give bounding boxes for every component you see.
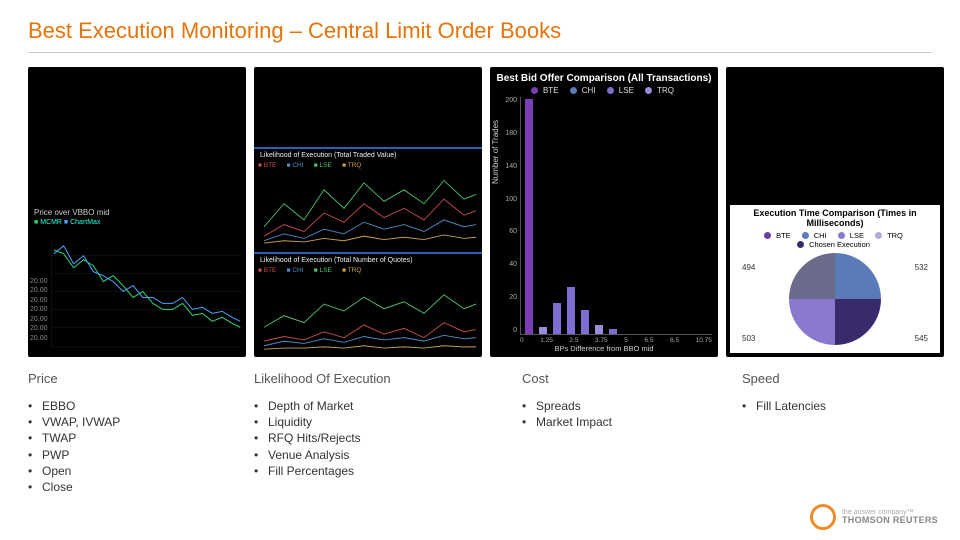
col-likelihood: Likelihood Of Execution Depth of Market … [254, 371, 522, 495]
likelihood-legend-2: ■ BTE ■ CHI ■ LSE ■ TRQ [258, 265, 478, 274]
cost-legend: BTE CHI LSE TRQ [490, 86, 718, 97]
col-speed-header: Speed [742, 371, 932, 386]
page-title: Best Execution Monitoring – Central Limi… [28, 18, 932, 44]
pie-label-bl: 503 [742, 334, 755, 343]
speed-legend: BTE CHI LSE TRQ Chosen Execution [734, 231, 936, 249]
list-item: VWAP, IVWAP [28, 414, 254, 430]
cost-xticks: 01.252.53.7556.58.510.75 [490, 335, 718, 344]
pie-label-tr: 532 [915, 263, 928, 272]
list-item: Depth of Market [254, 398, 522, 414]
pie-label-br: 545 [915, 334, 928, 343]
brand-ring-icon [810, 504, 836, 530]
brand-name: THOMSON REUTERS [842, 516, 938, 525]
columns: Price EBBO VWAP, IVWAP TWAP PWP Open Clo… [28, 371, 932, 495]
likelihood-bottom-chart [258, 274, 478, 355]
list-item: Open [28, 463, 254, 479]
list-item: Liquidity [254, 414, 522, 430]
speed-panel: Execution Time Comparison (Times in Mill… [726, 67, 944, 357]
list-item: EBBO [28, 398, 254, 414]
cost-bar-chart: Number of Trades 2001801401006040200 [520, 97, 712, 335]
brand-logo: the answer company™ THOMSON REUTERS [810, 504, 938, 530]
cost-yticks: 2001801401006040200 [493, 97, 517, 334]
pie-label-tl: 494 [742, 263, 755, 272]
list-item: Close [28, 479, 254, 495]
likelihood-panel: Likelihood of Execution (Total Traded Va… [254, 67, 482, 357]
col-price: Price EBBO VWAP, IVWAP TWAP PWP Open Clo… [28, 371, 254, 495]
price-panel: Price over VBBO mid ■ MCMR ■ ChartMax 20… [28, 67, 246, 357]
divider [28, 52, 932, 53]
col-price-header: Price [28, 371, 254, 386]
speed-chart-title: Execution Time Comparison (Times in Mill… [734, 209, 936, 229]
col-speed: Speed Fill Latencies [742, 371, 932, 495]
col-cost-header: Cost [522, 371, 742, 386]
list-item: Fill Percentages [254, 463, 522, 479]
list-item: Venue Analysis [254, 447, 522, 463]
likelihood-bottom-title: Likelihood of Execution (Total Number of… [258, 256, 478, 265]
price-yticks: 20.0020.0020.0020.0020.0020.0020.00 [30, 277, 48, 343]
speed-pie-chart: 494 532 503 545 [734, 249, 936, 349]
list-item: Market Impact [522, 414, 742, 430]
cost-panel: Best Bid Offer Comparison (All Transacti… [490, 67, 718, 357]
cost-chart-title: Best Bid Offer Comparison (All Transacti… [490, 67, 718, 86]
cost-x-title: BPs Difference from BBO mid [490, 344, 718, 357]
price-line-chart [28, 228, 246, 357]
likelihood-top-chart [258, 169, 478, 250]
list-item: Spreads [522, 398, 742, 414]
list-item: PWP [28, 447, 254, 463]
col-likelihood-header: Likelihood Of Execution [254, 371, 522, 386]
likelihood-legend: ■ BTE ■ CHI ■ LSE ■ TRQ [258, 160, 478, 169]
price-legend: ■ MCMR ■ ChartMax [28, 219, 246, 228]
col-cost: Cost Spreads Market Impact [522, 371, 742, 495]
chart-panels: Price over VBBO mid ■ MCMR ■ ChartMax 20… [28, 67, 932, 357]
list-item: TWAP [28, 430, 254, 446]
list-item: Fill Latencies [742, 398, 932, 414]
likelihood-top-title: Likelihood of Execution (Total Traded Va… [258, 151, 478, 160]
price-chart-title: Price over VBBO mid [28, 206, 246, 219]
list-item: RFQ Hits/Rejects [254, 430, 522, 446]
